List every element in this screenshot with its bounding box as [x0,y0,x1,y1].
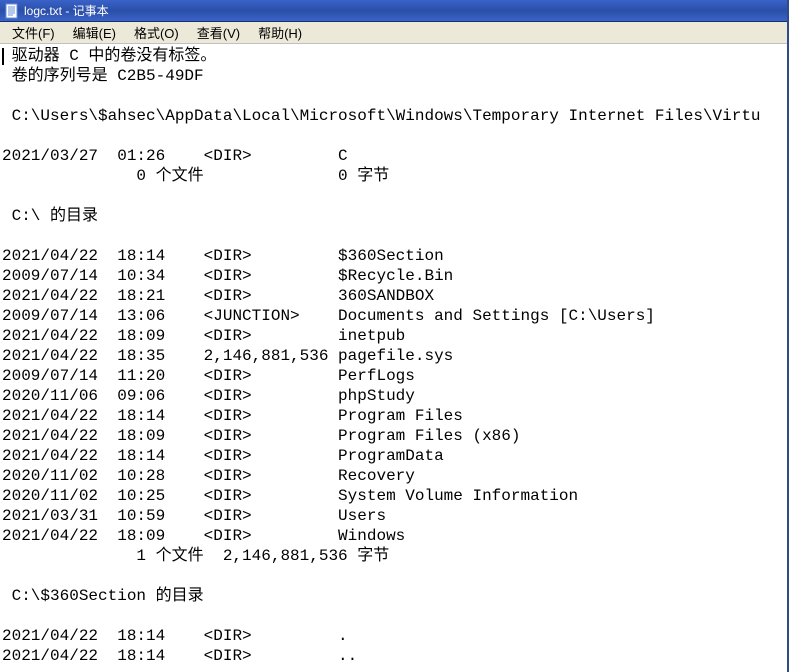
title-bar[interactable]: logc.txt - 记事本 [0,0,787,22]
menu-help[interactable]: 帮助(H) [250,21,310,44]
menu-format[interactable]: 格式(O) [126,21,187,44]
text-cursor [2,48,4,65]
menu-view[interactable]: 查看(V) [189,21,248,44]
menu-bar: 文件(F) 编辑(E) 格式(O) 查看(V) 帮助(H) [0,22,787,44]
text-area[interactable]: 驱动器 C 中的卷没有标签。 卷的序列号是 C2B5-49DF C:\Users… [0,44,787,672]
window-title: logc.txt - 记事本 [24,2,109,19]
menu-file[interactable]: 文件(F) [4,21,63,44]
menu-edit[interactable]: 编辑(E) [65,21,124,44]
notepad-icon [4,3,20,19]
